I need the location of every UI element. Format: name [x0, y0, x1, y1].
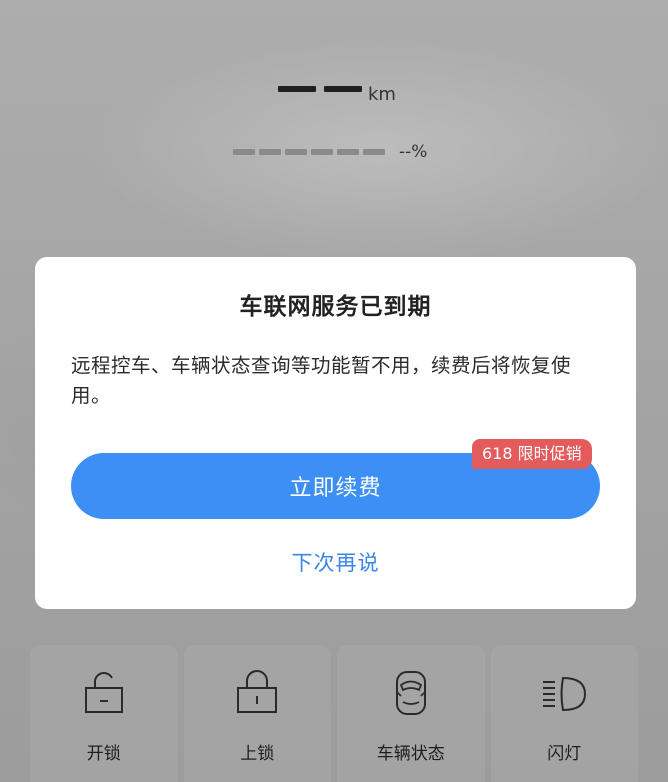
mileage-placeholder [278, 86, 362, 106]
battery-percent: --% [399, 142, 428, 162]
unlock-button[interactable]: 开锁 [30, 645, 178, 782]
battery-segment [363, 149, 385, 155]
lock-button[interactable]: 上锁 [183, 645, 331, 782]
battery-segment [233, 149, 255, 155]
dialog-title: 车联网服务已到期 [239, 294, 432, 320]
headlight-flash-icon [540, 669, 588, 717]
service-expired-dialog: 车联网服务已到期 远程控车、车辆状态查询等功能暂不用，续费后将恢复使用。 立即续… [35, 257, 636, 609]
vehicle-status-label: 车辆状态 [376, 744, 445, 764]
mileage-unit: km [368, 84, 396, 105]
vehicle-status-button[interactable]: 车辆状态 [337, 645, 485, 782]
battery-segment [337, 149, 359, 155]
battery-display: --% [233, 142, 427, 162]
mileage-display: km [278, 86, 396, 106]
battery-segment [259, 149, 281, 155]
flash-lights-button[interactable]: 闪灯 [490, 645, 638, 782]
later-button[interactable]: 下次再说 [35, 547, 636, 577]
mileage-dash [278, 86, 316, 92]
battery-segment [311, 149, 333, 155]
car-status-icon [387, 669, 435, 717]
promo-badge: 618 限时促销 [472, 439, 592, 469]
battery-segment [285, 149, 307, 155]
vehicle-controls: 开锁 上锁 车辆状态 闪灯 [30, 645, 638, 782]
unlock-label: 开锁 [86, 744, 121, 764]
dialog-message: 远程控车、车辆状态查询等功能暂不用，续费后将恢复使用。 [71, 354, 572, 407]
lock-label: 上锁 [240, 744, 275, 764]
flash-lights-label: 闪灯 [547, 744, 582, 764]
mileage-dash [324, 86, 362, 92]
unlock-icon [80, 669, 128, 717]
lock-icon [233, 669, 281, 717]
